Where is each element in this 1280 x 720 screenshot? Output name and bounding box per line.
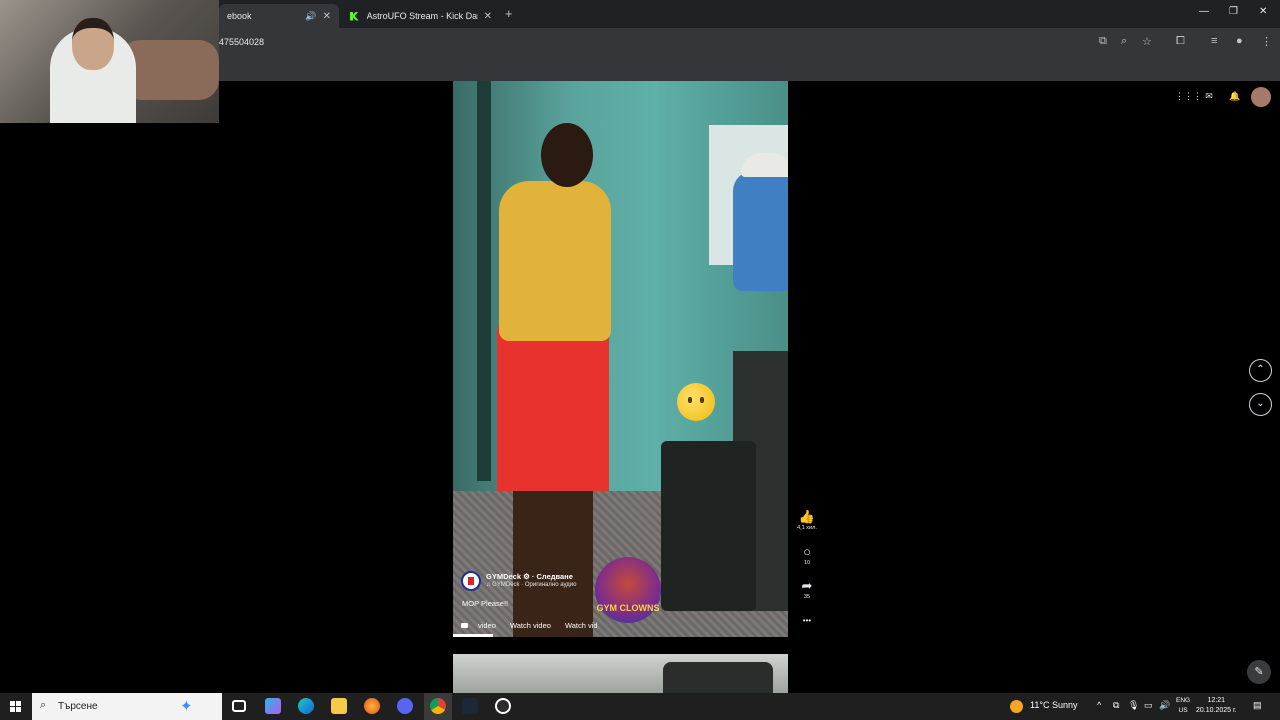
- volume-icon[interactable]: 🔊: [1159, 700, 1170, 711]
- kick-favicon-icon: [350, 11, 359, 21]
- task-view-icon[interactable]: [232, 700, 246, 712]
- chrome-icon[interactable]: [430, 698, 446, 714]
- media-control-icon[interactable]: ≡: [1211, 35, 1217, 47]
- tab-facebook[interactable]: ebook 🔊 ✕: [219, 4, 339, 28]
- meet-icon[interactable]: ⧉: [1113, 700, 1119, 711]
- close-tab-icon[interactable]: ✕: [323, 11, 331, 22]
- new-message-button[interactable]: ✎: [1247, 660, 1271, 684]
- next-reel-button[interactable]: ⌄: [1249, 393, 1272, 416]
- restore-button[interactable]: ❐: [1229, 6, 1238, 17]
- like-button[interactable]: 👍 4,1 хил.: [795, 509, 819, 532]
- webcam-overlay: [0, 0, 219, 123]
- search-icon: ⌕: [40, 699, 47, 711]
- lang-code: ENG: [1176, 697, 1191, 704]
- url-field[interactable]: 475504028: [219, 37, 264, 47]
- previous-reel-button[interactable]: ⌃: [1249, 359, 1272, 382]
- share-count: 35: [803, 594, 811, 600]
- share-button[interactable]: ➦ 35: [795, 578, 819, 601]
- thinking-emoji-icon: [677, 383, 715, 421]
- video-frame-detail: [477, 81, 491, 481]
- comment-count: 10: [803, 560, 811, 566]
- language-indicator[interactable]: ENG US: [1176, 696, 1190, 716]
- comment-button[interactable]: ○ 10: [795, 544, 819, 567]
- steam-icon[interactable]: [462, 698, 478, 714]
- menu-grid-icon[interactable]: ⋮⋮⋮: [1175, 87, 1202, 105]
- video-progress-bar[interactable]: [453, 634, 493, 637]
- obs-icon[interactable]: [495, 698, 511, 714]
- browser-menu-icon[interactable]: ⋮: [1261, 35, 1272, 48]
- watch-chip[interactable]: video: [478, 621, 496, 630]
- search-placeholder: Търсене: [58, 701, 98, 712]
- audio-track[interactable]: ♫ GYMDeck · Оригинално аудио: [486, 582, 576, 588]
- more-button[interactable]: •••: [795, 614, 819, 628]
- video-frame-detail: [497, 321, 609, 491]
- file-explorer-icon[interactable]: [331, 698, 347, 714]
- sparkle-icon: ✦: [180, 698, 193, 715]
- tab-title: AstroUFO Stream - Kick Dashb: [366, 11, 478, 21]
- watch-chip[interactable]: Watch vid: [565, 621, 598, 630]
- notifications-icon[interactable]: 🔔: [1226, 87, 1244, 105]
- notification-center-icon[interactable]: ▤: [1253, 700, 1262, 711]
- tray-overflow-icon[interactable]: ^: [1097, 700, 1101, 710]
- reel-video[interactable]: GYMDeck ⚙ · Следване ♫ GYMDeck · Оригина…: [453, 81, 788, 637]
- edge-icon[interactable]: [298, 698, 314, 714]
- extensions-icon[interactable]: ⧠: [1176, 35, 1185, 48]
- next-reel-preview[interactable]: [453, 654, 788, 693]
- reel-caption: MOP Please!!: [462, 599, 509, 608]
- tab-title: ebook: [227, 11, 252, 21]
- webcam-detail: [72, 18, 114, 70]
- video-frame-detail: [661, 441, 756, 611]
- video-frame-detail: [741, 153, 788, 177]
- page-name[interactable]: GYMDeck ⚙ · Следване: [486, 572, 573, 581]
- taskbar-search[interactable]: ⌕ Търсене ✦: [32, 693, 222, 720]
- more-icon: •••: [802, 616, 812, 625]
- account-avatar[interactable]: [1251, 87, 1271, 107]
- firefox-icon[interactable]: [364, 698, 380, 714]
- microphone-icon[interactable]: 🎙: [1128, 700, 1139, 711]
- logo-text: GYM CLOWNS: [596, 603, 660, 613]
- video-frame-detail: [541, 123, 593, 187]
- install-app-icon[interactable]: ⧉: [1099, 35, 1107, 48]
- clock-date: 20.10.2025 г.: [1196, 707, 1237, 714]
- discord-icon[interactable]: [397, 698, 413, 714]
- start-button[interactable]: [10, 701, 21, 712]
- watch-chip[interactable]: Watch video: [510, 621, 551, 630]
- close-tab-icon[interactable]: ✕: [484, 11, 492, 22]
- gym-clowns-logo: GYM CLOWNS: [595, 557, 661, 623]
- minimize-button[interactable]: —: [1199, 6, 1209, 17]
- copilot-icon[interactable]: [265, 698, 281, 714]
- share-icon: ➦: [801, 578, 813, 593]
- windows-taskbar: ⌕ Търсене ✦ 11°C Sunny ^ ⧉ 🎙 ▭ 🔊 ENG US …: [0, 693, 1280, 720]
- new-tab-button[interactable]: +: [505, 6, 513, 21]
- taskbar-clock[interactable]: 12:21 20.10.2025 г.: [1196, 696, 1237, 716]
- lang-region: US: [1178, 707, 1188, 714]
- weather-sun-icon: [1010, 700, 1023, 713]
- video-frame-detail: [513, 481, 593, 637]
- bookmark-star-icon[interactable]: ☆: [1142, 35, 1152, 48]
- zoom-icon[interactable]: ⌕: [1121, 35, 1127, 48]
- speaker-icon[interactable]: 🔊: [305, 11, 316, 22]
- like-count: 4,1 хил.: [797, 525, 817, 531]
- video-frame-detail: [733, 171, 788, 291]
- close-window-button[interactable]: ✕: [1259, 6, 1267, 17]
- weather-text[interactable]: 11°C Sunny: [1030, 700, 1077, 710]
- profile-icon[interactable]: ●: [1236, 35, 1243, 47]
- comment-icon: ○: [803, 544, 811, 559]
- watch-chips: video Watch video Watch vid: [461, 621, 598, 630]
- clock-time: 12:21: [1207, 697, 1226, 704]
- tab-kick-dashboard[interactable]: AstroUFO Stream - Kick Dashb ✕: [342, 4, 500, 28]
- video-frame-detail: [499, 181, 611, 341]
- page-avatar[interactable]: [461, 571, 481, 591]
- network-icon[interactable]: ▭: [1144, 700, 1153, 711]
- video-icon: [461, 623, 468, 628]
- like-icon: 👍: [798, 509, 816, 524]
- messenger-icon[interactable]: ✉: [1200, 87, 1218, 105]
